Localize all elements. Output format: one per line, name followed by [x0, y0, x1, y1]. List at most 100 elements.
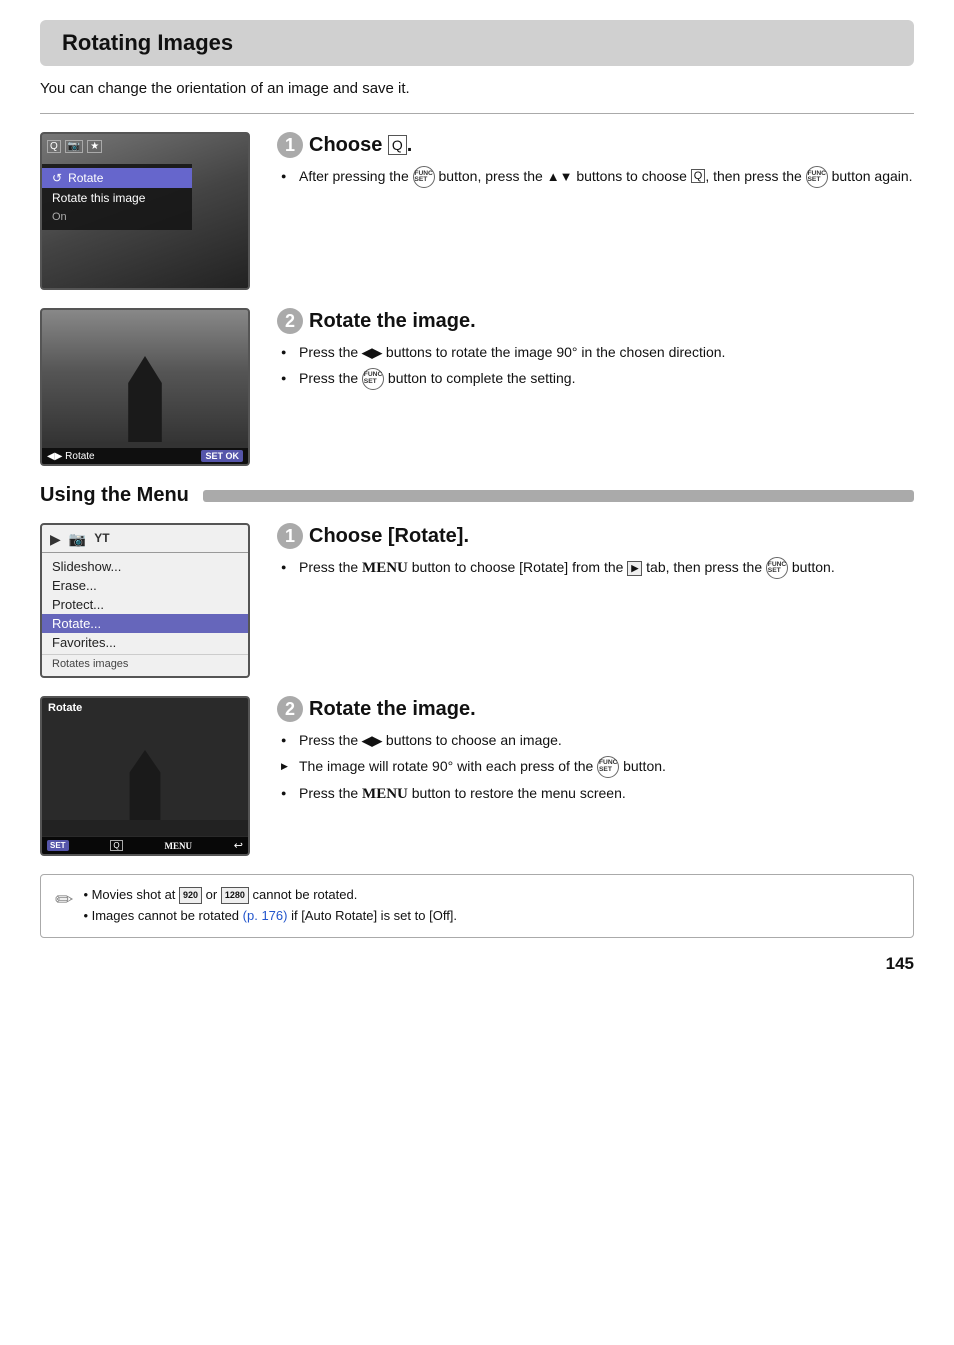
tab-camera2: 📷 [69, 531, 86, 548]
func-btn-3: FUNCSET [362, 368, 384, 390]
step1-num: 1 [277, 132, 303, 158]
menu-screen-col: ▶ 📷 YT Slideshow... Erase... Protect... … [40, 523, 255, 678]
section2-step2-content: 2 Rotate the image. Press the ◀▶ buttons… [277, 696, 914, 811]
step2-bullet2: Press the FUNCSET button to complete the… [281, 368, 914, 390]
on-label: On [52, 211, 67, 223]
s2-step1-bullet1: Press the MENU button to choose [Rotate]… [281, 557, 914, 580]
note1: • Movies shot at 920 or 1280 cannot be r… [83, 885, 457, 906]
func-btn-1: FUNCSET [413, 166, 435, 188]
tower-shape [121, 356, 169, 446]
set-ok-badge: SET OK [201, 450, 243, 462]
step2-content: 2 Rotate the image. Press the ◀▶ buttons… [277, 308, 914, 395]
page-title: Rotating Images [40, 20, 914, 66]
tab-play: ▶ [50, 531, 61, 548]
tab-yt: YT [94, 531, 109, 548]
r-tower-shape [123, 750, 167, 830]
q-badge: Q [110, 840, 122, 851]
menu-row-rotate-image: Rotate this image [42, 188, 192, 208]
menu-row-rotate-sel: Rotate... [42, 614, 248, 633]
s2-step1-bullets: Press the MENU button to choose [Rotate]… [277, 557, 914, 580]
tab-bar: ▶ 📷 YT [42, 531, 248, 553]
step1-content: 1 Choose Q. After pressing the FUNCSET b… [277, 132, 914, 193]
step2-num: 2 [277, 308, 303, 334]
menu-row-protect: Protect... [42, 595, 248, 614]
note2: • Images cannot be rotated (p. 176) if [… [83, 906, 457, 927]
rotate-icon: ↺ [52, 171, 62, 185]
menu-row-rotate: ↺ Rotate [42, 168, 192, 188]
q-icon-inline: Q [691, 169, 706, 183]
set-badge: SET [47, 840, 69, 851]
s2-step2-bullets: Press the ◀▶ buttons to choose an image.… [277, 730, 914, 806]
step2-title: Rotate the image. [309, 310, 476, 333]
notes-content: • Movies shot at 920 or 1280 cannot be r… [83, 885, 457, 927]
page-number: 145 [40, 954, 914, 974]
step1-bullets: After pressing the FUNCSET button, press… [277, 166, 914, 188]
s2-step2-num: 2 [277, 696, 303, 722]
icon-1280: 1280 [221, 887, 249, 903]
menu-word-1: MENU [362, 560, 408, 576]
arrow-ud: ▲▼ [547, 169, 573, 184]
menu-row-on: On [42, 208, 192, 226]
icon-q: Q [47, 140, 61, 153]
step1-header: 1 Choose Q. [277, 132, 914, 158]
arrow-lr-1: ◀▶ [362, 345, 382, 360]
rotate-label: Rotate [48, 702, 82, 714]
s2-step2-bullet2: The image will rotate 90° with each pres… [281, 756, 914, 778]
menu-rotate-label: Rotate [68, 171, 103, 185]
icon-920: 920 [179, 887, 202, 903]
icon-star: ★ [87, 140, 102, 153]
section2-heading: Using the Menu [40, 484, 914, 507]
func-btn-2: FUNCSET [806, 166, 828, 188]
choose-icon: Q [388, 135, 407, 155]
step2-bullets: Press the ◀▶ buttons to rotate the image… [277, 342, 914, 390]
section-heading-line [203, 490, 914, 502]
intro-text: You can change the orientation of an ima… [40, 80, 914, 97]
notes-area: ✏ • Movies shot at 920 or 1280 cannot be… [40, 874, 914, 938]
s2-step2-header: 2 Rotate the image. [277, 696, 914, 722]
menu-row-favorites: Favorites... [42, 633, 248, 652]
screen1-top-icons: Q 📷 ★ [47, 140, 102, 153]
rotate-hint: ◀▶ Rotate [47, 451, 95, 462]
menu-screen-mock: ▶ 📷 YT Slideshow... Erase... Protect... … [40, 523, 250, 678]
section2-step2-row: Rotate SET Q MENU ↩ 2 Rotate the image. … [40, 696, 914, 856]
step1-bullet1: After pressing the FUNCSET button, press… [281, 166, 914, 188]
step2-bullet1: Press the ◀▶ buttons to rotate the image… [281, 342, 914, 363]
screen2-bottom: ◀▶ Rotate SET OK [42, 448, 248, 464]
icon-camera: 📷 [65, 140, 83, 153]
s2-step1-title: Choose [Rotate]. [309, 525, 469, 548]
s2-step2-bullet3: Press the MENU button to restore the men… [281, 783, 914, 806]
section1-step2-row: ◀▶ Rotate SET OK 2 Rotate the image. Pre… [40, 308, 914, 466]
func-btn-5: FUNCSET [597, 756, 619, 778]
menu-word-2: MENU [362, 786, 408, 802]
note-icon: ✏ [55, 887, 73, 913]
func-btn-4: FUNCSET [766, 557, 788, 579]
menu-row-slideshow: Slideshow... [42, 557, 248, 576]
section1-step1-row: Q 📷 ★ ↺ Rotate Rotate this image On 1 Ch [40, 132, 914, 290]
step2-header: 2 Rotate the image. [277, 308, 914, 334]
arrow-lr-2: ◀▶ [362, 733, 382, 748]
s2-step2-title: Rotate the image. [309, 698, 476, 721]
menu-rotate-image-label: Rotate this image [52, 191, 145, 205]
section-divider [40, 113, 914, 114]
screen2-col: ◀▶ Rotate SET OK [40, 308, 255, 466]
rotate-screen-col: Rotate SET Q MENU ↩ [40, 696, 255, 856]
screen1-mock: Q 📷 ★ ↺ Rotate Rotate this image On [40, 132, 250, 290]
s2-step1-num: 1 [277, 523, 303, 549]
menu-desc: Rotates images [42, 654, 248, 672]
play-tab-icon: ▶ [627, 561, 642, 576]
section2-step1-row: ▶ 📷 YT Slideshow... Erase... Protect... … [40, 523, 914, 678]
r-ground [42, 820, 248, 836]
screen1-col: Q 📷 ★ ↺ Rotate Rotate this image On [40, 132, 255, 290]
menu-row-erase: Erase... [42, 576, 248, 595]
section2-heading-text: Using the Menu [40, 484, 189, 507]
rotate-screen-mock: Rotate SET Q MENU ↩ [40, 696, 250, 856]
step1-title: Choose Q. [309, 134, 412, 157]
menu-badge: MENU [164, 841, 192, 851]
rotate-screen-bottom: SET Q MENU ↩ [42, 837, 248, 854]
menu-overlay: ↺ Rotate Rotate this image On [42, 164, 192, 230]
back-arrow: ↩ [234, 839, 243, 852]
section2-step1-content: 1 Choose [Rotate]. Press the MENU button… [277, 523, 914, 585]
note-link[interactable]: (p. 176) [243, 908, 288, 923]
screen2-mock: ◀▶ Rotate SET OK [40, 308, 250, 466]
s2-step1-header: 1 Choose [Rotate]. [277, 523, 914, 549]
